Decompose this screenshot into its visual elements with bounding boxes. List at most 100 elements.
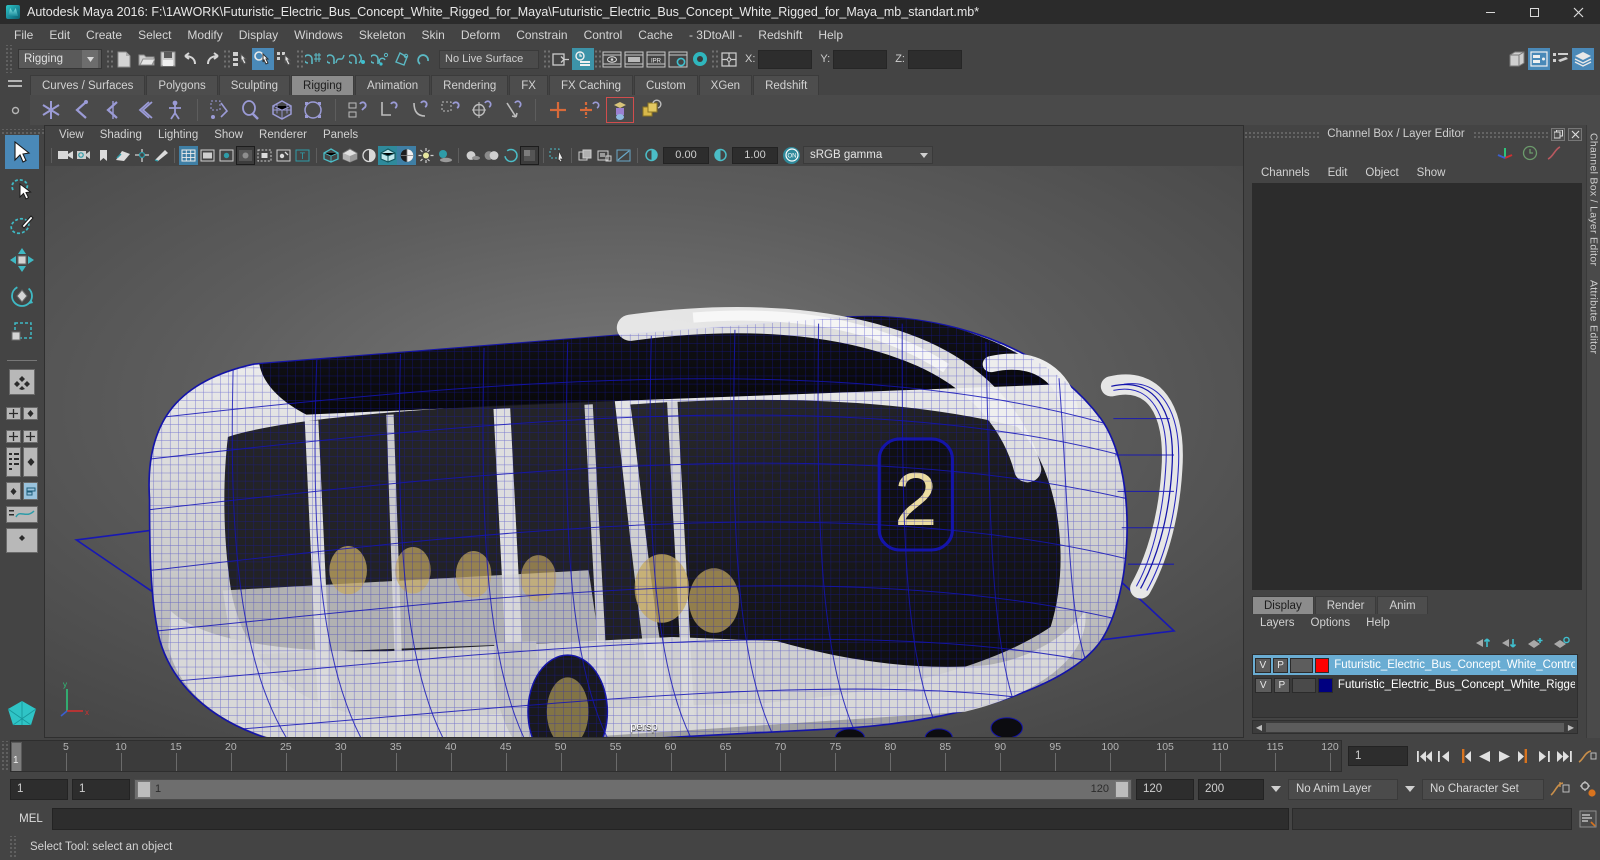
shelf-tab-animation[interactable]: Animation (355, 75, 431, 95)
redo-icon[interactable] (201, 48, 223, 70)
help-menu[interactable]: Help (1358, 616, 1398, 630)
two-view-layout-button[interactable] (5, 429, 39, 444)
layer-name-label[interactable]: Futuristic_Electric_Bus_Concept_White_Co… (1334, 659, 1575, 671)
shadows-toggle-icon[interactable] (435, 146, 454, 165)
image-plane-icon[interactable] (113, 146, 132, 165)
live-surface-field[interactable]: No Live Surface (439, 49, 539, 69)
viewport-menu-show[interactable]: Show (206, 128, 251, 142)
layer-list-horizontal-scrollbar[interactable]: ◀ ▶ (1252, 720, 1578, 734)
anim-start-field[interactable]: 1 (72, 778, 130, 800)
paint-effects-toggle-icon[interactable] (576, 146, 595, 165)
exposure-value-field[interactable]: 0.00 (663, 146, 709, 164)
new-scene-icon[interactable] (113, 48, 135, 70)
panel-drag-dots-left[interactable] (1244, 130, 1320, 138)
viewport-menu-shading[interactable]: Shading (92, 128, 150, 142)
isolate-select-icon[interactable] (548, 146, 567, 165)
viewport-menu-lighting[interactable]: Lighting (150, 128, 206, 142)
texture-placement-icon[interactable] (595, 146, 614, 165)
point-constraint-icon[interactable] (374, 96, 404, 124)
pole-vector-constraint-icon[interactable] (498, 96, 528, 124)
create-ik-handle-icon[interactable] (67, 96, 97, 124)
render-settings-icon[interactable] (667, 48, 689, 70)
select-by-hierarchy-icon[interactable] (230, 48, 252, 70)
snap-to-point-icon[interactable] (347, 48, 369, 70)
object-menu-item[interactable]: Object (1356, 166, 1407, 180)
make-live-icon[interactable] (413, 48, 435, 70)
viewport-menu-renderer[interactable]: Renderer (251, 128, 315, 142)
gate-mask-icon[interactable] (236, 145, 255, 165)
attribute-panel-icon[interactable] (1528, 48, 1550, 70)
render-current-frame-icon[interactable] (601, 48, 623, 70)
shelf-tab-fx[interactable]: FX (509, 75, 548, 95)
mirror-joint-icon[interactable] (543, 96, 573, 124)
range-handle-left[interactable] (137, 780, 151, 798)
text-overlay-icon[interactable]: T (293, 146, 312, 165)
screen-space-ao-icon[interactable] (463, 146, 482, 165)
outliner-panel-icon[interactable] (1506, 48, 1528, 70)
shelf-tab-polygons[interactable]: Polygons (146, 75, 218, 95)
channel-box-panel-icon[interactable] (1572, 48, 1594, 70)
menu-help[interactable]: Help (810, 26, 851, 44)
scale-tool-button[interactable] (5, 315, 39, 349)
shelf-menu-icon[interactable] (8, 79, 22, 89)
lasso-select-tool-button[interactable] (5, 171, 39, 205)
help-line-grip[interactable] (8, 836, 18, 858)
shelf-tab-xgen[interactable]: XGen (698, 75, 753, 95)
gamma-adjust-icon[interactable] (711, 146, 730, 165)
shelf-tab-sculpting[interactable]: Sculpting (218, 75, 291, 95)
orient-constraint-icon[interactable] (405, 96, 435, 124)
step-back-key-button[interactable] (1434, 745, 1454, 767)
create-new-layer-icon[interactable] (1527, 636, 1544, 649)
z-input-field[interactable] (907, 49, 962, 69)
anim-layer-selector[interactable]: No Anim Layer (1288, 778, 1398, 800)
color-management-toggle-icon[interactable]: ON (783, 146, 800, 164)
quick-rig-icon[interactable] (605, 96, 635, 124)
menu-3dtoall[interactable]: - 3DtoAll - (681, 26, 750, 44)
layer-row-controllers[interactable]: V P Futuristic_Electric_Bus_Concept_Whit… (1253, 655, 1577, 675)
camera-attributes-icon[interactable] (75, 146, 94, 165)
shelf-tab-custom[interactable]: Custom (634, 75, 698, 95)
side-tab-channel-box[interactable]: Channel Box / Layer Editor (1588, 133, 1600, 266)
minimize-button[interactable] (1468, 0, 1512, 24)
viewport-menu-panels[interactable]: Panels (315, 128, 366, 142)
go-to-end-button[interactable] (1554, 745, 1574, 767)
attribute-editor-toggle-icon[interactable] (572, 48, 594, 70)
menu-redshift[interactable]: Redshift (750, 26, 810, 44)
range-start-field[interactable]: 1 (10, 778, 68, 800)
parent-constraint-icon[interactable] (343, 96, 373, 124)
layer-display-type-toggle[interactable] (1290, 657, 1314, 673)
animation-preferences-gear-icon[interactable] (1576, 777, 1600, 801)
snap-to-curve-icon[interactable] (325, 48, 347, 70)
tab-display-layers[interactable]: Display (1252, 596, 1314, 614)
shelf-tab-curves-surfaces[interactable]: Curves / Surfaces (30, 75, 146, 95)
anim-end-field[interactable]: 120 (1136, 778, 1194, 800)
layer-row-rigged[interactable]: V P Futuristic_Electric_Bus_Concept_Whit… (1253, 675, 1577, 695)
tab-render-layers[interactable]: Render (1314, 596, 1377, 614)
select-camera-icon[interactable] (56, 146, 75, 165)
snap-to-projected-center-icon[interactable] (369, 48, 391, 70)
menu-set-selector[interactable]: Rigging (18, 49, 102, 69)
scale-constraint-icon[interactable] (436, 96, 466, 124)
wireframe-on-shaded-icon[interactable] (378, 145, 397, 165)
menu-edit[interactable]: Edit (41, 26, 78, 44)
layer-display-type-toggle[interactable] (1292, 677, 1317, 693)
persp-graph-layout-button[interactable] (5, 480, 39, 502)
outliner-persp-layout-button[interactable] (5, 446, 39, 478)
two-d-pan-zoom-icon[interactable] (132, 146, 151, 165)
depth-of-field-icon[interactable] (520, 145, 539, 165)
command-input-field[interactable] (52, 808, 1289, 830)
exposure-toggle-icon[interactable] (274, 146, 293, 165)
step-back-frame-button[interactable] (1454, 745, 1474, 767)
menu-display[interactable]: Display (231, 26, 286, 44)
duplicate-special-icon[interactable] (636, 96, 666, 124)
animation-preferences-icon[interactable] (1574, 745, 1600, 767)
paint-select-tool-button[interactable] (5, 207, 39, 241)
menu-modify[interactable]: Modify (179, 26, 230, 44)
exposure-gamma-icon[interactable] (614, 146, 633, 165)
menu-deform[interactable]: Deform (453, 26, 508, 44)
channels-menu[interactable]: Channels (1252, 166, 1319, 180)
hypershade-icon[interactable] (689, 48, 711, 70)
cluster-deformer-icon[interactable] (298, 96, 328, 124)
motion-blur-icon[interactable] (482, 146, 501, 165)
character-set-selector[interactable]: No Character Set (1422, 778, 1544, 800)
